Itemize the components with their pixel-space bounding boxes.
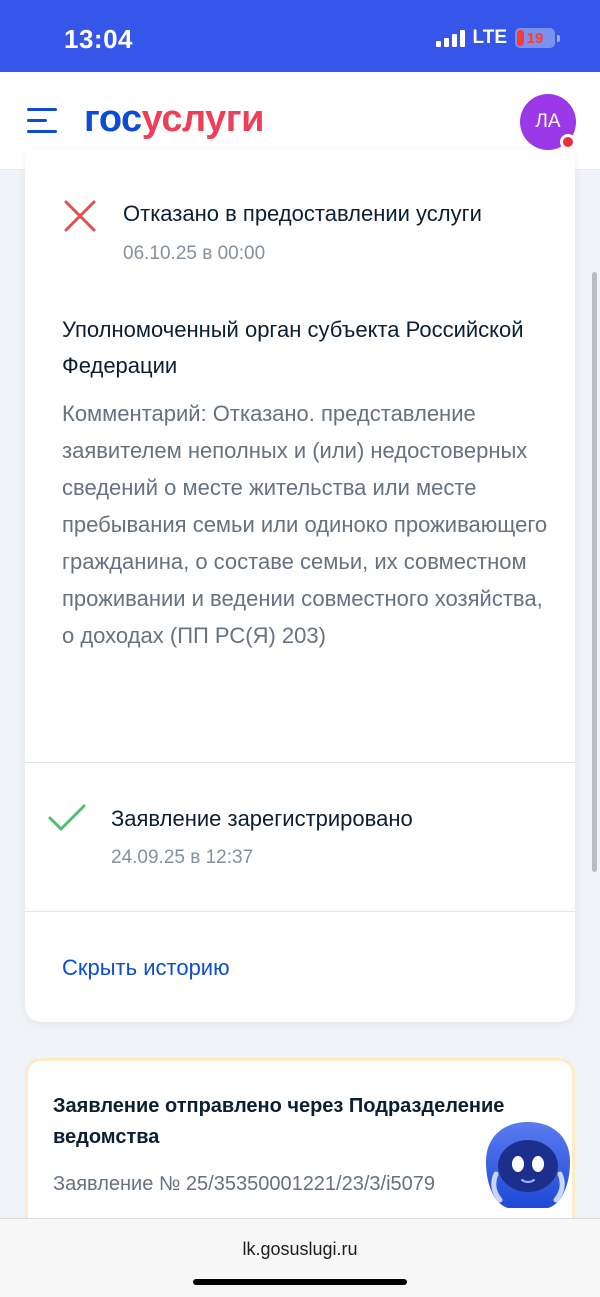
menu-icon[interactable] [27, 108, 59, 134]
logo-part-gos: гос [84, 98, 142, 140]
checkmark-icon [48, 804, 86, 831]
scrollbar[interactable] [592, 272, 597, 872]
robot-assistant-icon[interactable] [482, 1118, 574, 1210]
home-indicator[interactable] [193, 1279, 407, 1285]
status-bar: 13:04 LTE 19 [0, 0, 600, 72]
browser-address-bar[interactable]: lk.gosuslugi.ru [0, 1218, 600, 1297]
battery-icon: 19 [515, 28, 555, 48]
gosuslugi-logo[interactable]: госуслуги [84, 98, 264, 141]
network-type: LTE [472, 27, 507, 48]
url-text[interactable]: lk.gosuslugi.ru [0, 1239, 600, 1260]
application-sent-title: Заявление отправлено через Подразделение… [53, 1095, 505, 1148]
avatar-initials: ЛА [535, 111, 561, 132]
application-number: Заявление № 25/35350001221/23/3/i5079 [53, 1173, 436, 1195]
status-time: 13:04 [64, 24, 133, 54]
registered-status-date: 24.09.25 в 12:37 [111, 847, 254, 868]
avatar[interactable]: ЛА [520, 94, 576, 150]
status-history-card: Отказано в предоставлении услуги 06.10.2… [25, 150, 575, 1022]
organization-name: Уполномоченный орган субъекта Российской… [62, 317, 524, 378]
signal-icon [435, 29, 465, 47]
logo-part-uslugi: услуги [141, 98, 265, 140]
rejected-status-title: Отказано в предоставлении услуги [123, 201, 482, 226]
divider [25, 762, 575, 763]
notification-dot [560, 134, 576, 150]
close-icon [64, 200, 96, 232]
rejected-status-date: 06.10.25 в 00:00 [123, 243, 266, 264]
hide-history-link[interactable]: Скрыть историю [62, 955, 230, 981]
battery-level: 19 [526, 29, 544, 47]
divider [25, 911, 575, 912]
registered-status-title: Заявление зарегистрировано [111, 806, 413, 831]
rejection-comment: Комментарий: Отказано. представление зая… [62, 401, 548, 648]
status-indicators: LTE 19 [435, 27, 560, 49]
